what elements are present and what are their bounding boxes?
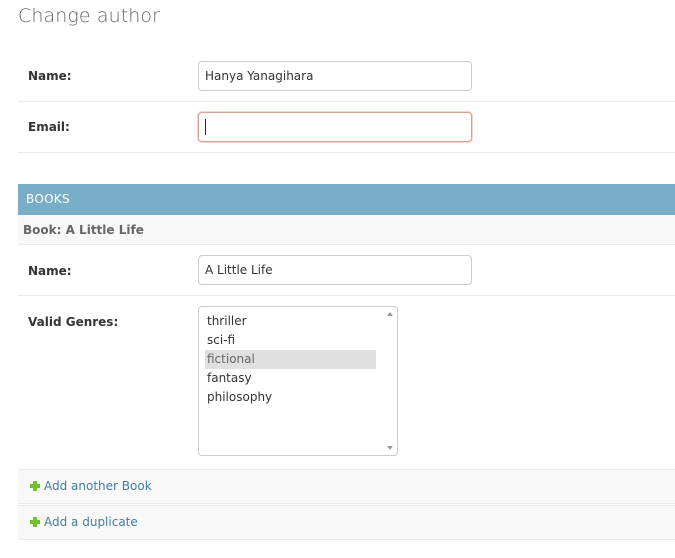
book-name-input[interactable] xyxy=(198,255,472,285)
scroll-down-arrow-icon[interactable] xyxy=(387,446,393,450)
author-name-label: Name: xyxy=(28,69,72,83)
book-name-row: Name: xyxy=(18,245,675,296)
plus-icon xyxy=(30,481,40,491)
author-name-row: Name: xyxy=(18,50,675,102)
author-email-input[interactable] xyxy=(198,112,472,142)
add-duplicate-link[interactable]: Add a duplicate xyxy=(30,515,138,529)
page-title: Change author xyxy=(18,5,161,27)
text-caret xyxy=(205,119,206,135)
scroll-up-arrow-icon[interactable] xyxy=(387,312,393,316)
author-email-label: Email: xyxy=(28,120,70,134)
add-another-book-row: Add another Book xyxy=(18,469,675,504)
add-another-book-link[interactable]: Add another Book xyxy=(30,479,152,493)
genre-option-list: thriller sci-fi fictional fantasy philosophy xyxy=(205,312,376,407)
genre-option[interactable]: fantasy xyxy=(205,369,376,388)
book-inline-title: Book: A Little Life xyxy=(18,215,675,245)
genre-option[interactable]: fictional xyxy=(205,350,376,369)
genre-option[interactable]: thriller xyxy=(205,312,376,331)
plus-icon xyxy=(30,517,40,527)
valid-genres-select[interactable]: thriller sci-fi fictional fantasy philosophy xyxy=(198,306,398,456)
genre-option[interactable]: philosophy xyxy=(205,388,376,407)
author-name-input[interactable] xyxy=(198,61,472,91)
add-duplicate-row: Add a duplicate xyxy=(18,505,675,540)
books-section-header: BOOKS xyxy=(18,184,675,215)
add-another-book-label: Add another Book xyxy=(44,479,152,493)
genre-option[interactable]: sci-fi xyxy=(205,331,376,350)
add-duplicate-label: Add a duplicate xyxy=(44,515,138,529)
valid-genres-row: Valid Genres: thriller sci-fi fictional fan… xyxy=(18,296,675,469)
author-email-row: Email: xyxy=(18,102,675,153)
valid-genres-label: Valid Genres: xyxy=(28,315,119,329)
book-name-label: Name: xyxy=(28,264,72,278)
change-author-page: Change author Name: Email: BOOKS Book: A… xyxy=(0,0,675,558)
